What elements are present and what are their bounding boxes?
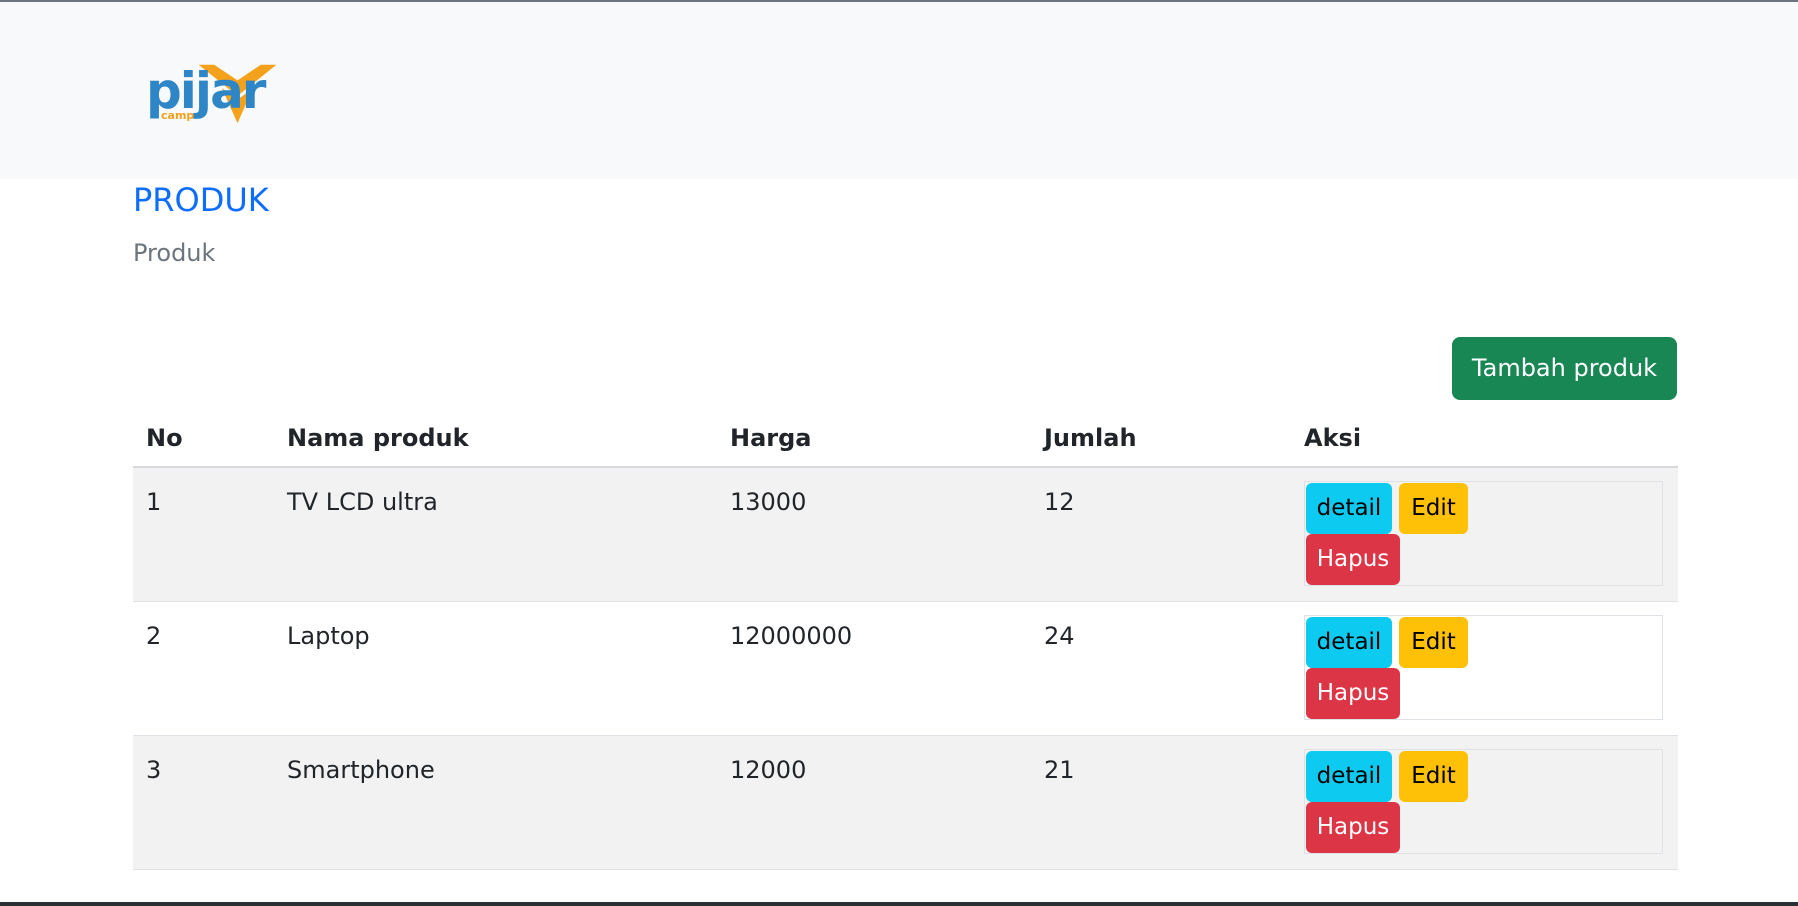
header-price: Harga — [717, 410, 1031, 468]
page-subtitle: Produk — [133, 239, 216, 267]
cell-name: Smartphone — [274, 735, 717, 870]
add-product-button[interactable]: Tambah produk — [1452, 337, 1677, 400]
delete-button[interactable]: Hapus — [1306, 801, 1400, 853]
cell-qty: 21 — [1031, 735, 1291, 870]
detail-button[interactable]: detail — [1306, 616, 1392, 668]
cell-qty: 24 — [1031, 601, 1291, 736]
cell-actions: detail Edit Hapus — [1291, 467, 1678, 602]
table-row: 3 Smartphone 12000 21 detail Edit Hapus — [133, 735, 1678, 870]
cell-no: 1 — [133, 467, 274, 602]
header-no: No — [133, 410, 274, 468]
action-group: detail Edit Hapus — [1304, 614, 1663, 720]
action-group: detail Edit Hapus — [1304, 748, 1663, 854]
edit-button[interactable]: Edit — [1399, 616, 1468, 668]
logo-subtext: camp — [161, 109, 195, 122]
delete-button[interactable]: Hapus — [1306, 667, 1400, 719]
header-qty: Jumlah — [1031, 410, 1291, 468]
cell-name: Laptop — [274, 601, 717, 736]
cell-actions: detail Edit Hapus — [1291, 735, 1678, 870]
navbar: pijar camp — [0, 2, 1798, 179]
delete-button[interactable]: Hapus — [1306, 534, 1400, 585]
cell-qty: 12 — [1031, 467, 1291, 602]
header-name: Nama produk — [274, 410, 717, 468]
brand-logo[interactable]: pijar camp — [143, 57, 277, 127]
product-table: No Nama produk Harga Jumlah Aksi 1 TV LC… — [133, 410, 1678, 870]
page-title: PRODUK — [133, 181, 269, 219]
table-row: 1 TV LCD ultra 13000 12 detail Edit Hapu… — [133, 467, 1678, 602]
cell-price: 12000000 — [717, 601, 1031, 736]
header-action: Aksi — [1291, 410, 1678, 468]
edit-button[interactable]: Edit — [1399, 750, 1468, 802]
detail-button[interactable]: detail — [1306, 483, 1392, 534]
cell-price: 13000 — [717, 467, 1031, 602]
table-header-row: No Nama produk Harga Jumlah Aksi — [133, 410, 1678, 468]
bottom-border — [0, 902, 1798, 906]
edit-button[interactable]: Edit — [1399, 483, 1468, 534]
table-row: 2 Laptop 12000000 24 detail Edit Hapus — [133, 601, 1678, 736]
cell-name: TV LCD ultra — [274, 467, 717, 602]
cell-actions: detail Edit Hapus — [1291, 601, 1678, 736]
detail-button[interactable]: detail — [1306, 750, 1392, 802]
cell-price: 12000 — [717, 735, 1031, 870]
cell-no: 2 — [133, 601, 274, 736]
action-group: detail Edit Hapus — [1304, 481, 1663, 586]
cell-no: 3 — [133, 735, 274, 870]
product-table-container: No Nama produk Harga Jumlah Aksi 1 TV LC… — [133, 410, 1678, 870]
